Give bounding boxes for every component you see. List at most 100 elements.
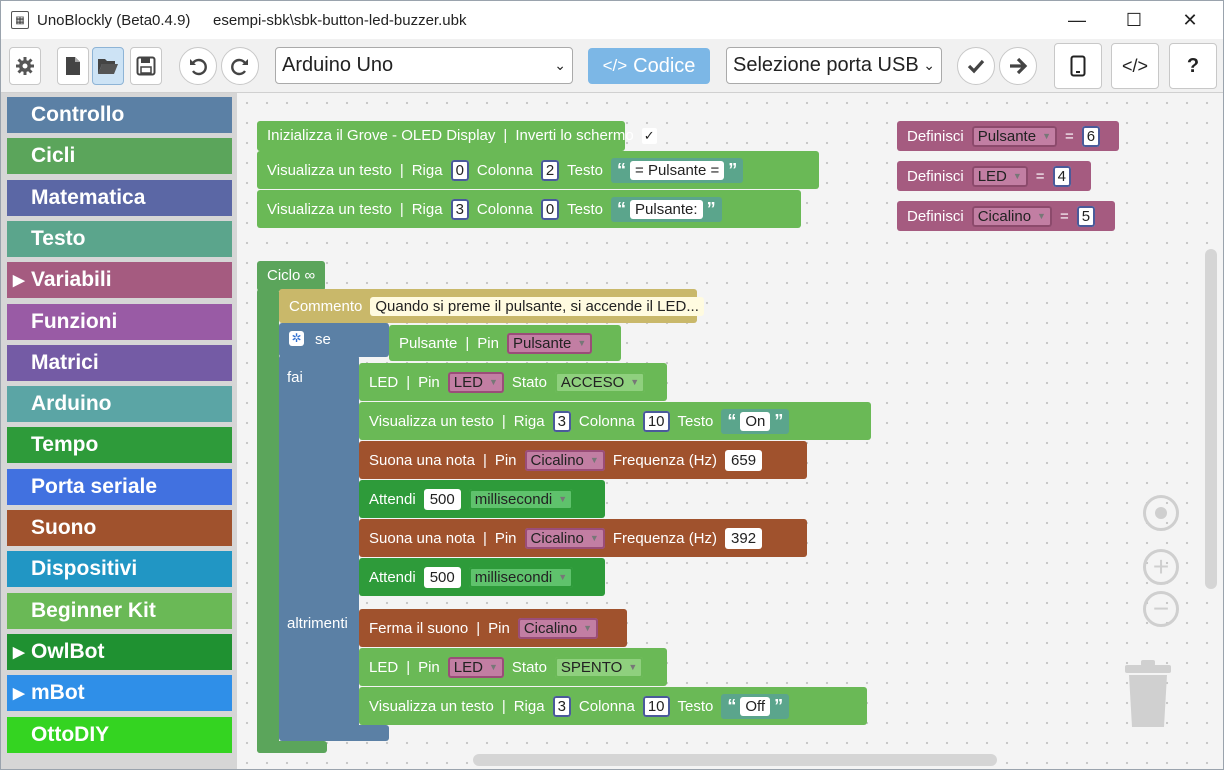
toolbox-category[interactable]: Matematica (7, 179, 232, 216)
column-value[interactable]: 0 (540, 198, 560, 220)
upload-button[interactable] (999, 47, 1037, 85)
stop-sound-block[interactable]: Ferma il suono | Pin Cicalino ▼ (359, 609, 627, 647)
text-string-block[interactable]: “Off” (721, 693, 790, 719)
toolbox-category[interactable]: Controllo (7, 97, 232, 133)
zoom-out-button[interactable]: − (1143, 591, 1179, 627)
button-read-block[interactable]: Pulsante | Pin Pulsante ▼ (389, 325, 621, 361)
redo-button[interactable] (221, 47, 259, 85)
text-string-block[interactable]: “Pulsante:” (611, 196, 722, 222)
toolbox-category[interactable]: ▶ OwlBot (7, 633, 232, 670)
column-value[interactable]: 10 (642, 410, 670, 432)
led-set-block[interactable]: LED | Pin LED ▼ Stato SPENTO ▼ (359, 648, 667, 686)
define-name-dropdown[interactable]: LED ▼ (971, 165, 1028, 187)
define-block[interactable]: Definisci LED ▼ = 4 (897, 161, 1091, 191)
unit-dropdown[interactable]: millisecondi ▼ (468, 566, 574, 588)
play-note-block[interactable]: Suona una nota | Pin Cicalino ▼ Frequenza (Hz… (359, 441, 807, 479)
gear-icon[interactable]: ✲ (289, 331, 304, 346)
pin-dropdown[interactable]: LED ▼ (447, 371, 504, 393)
undo-button[interactable] (179, 47, 217, 85)
verify-button[interactable] (957, 47, 995, 85)
recenter-button[interactable] (1143, 495, 1179, 531)
device-button[interactable] (1054, 43, 1102, 89)
code-button[interactable]: </> Codice (588, 48, 710, 84)
source-code-button[interactable]: </> (1111, 43, 1159, 89)
loop-block[interactable]: Ciclo ∞ (257, 261, 325, 291)
row-value[interactable]: 0 (450, 159, 469, 181)
open-folder-button[interactable] (92, 47, 124, 85)
toolbox-category[interactable]: Beginner Kit (7, 592, 232, 629)
column-value[interactable]: 10 (642, 695, 670, 717)
minimize-button[interactable]: — (1051, 1, 1103, 39)
display-text-block[interactable]: Visualizza un testo | Riga 3 Colonna 10 Testo “… (359, 402, 871, 440)
wait-block[interactable]: Attendi 500 millisecondi ▼ (359, 558, 605, 596)
text-value[interactable]: = Pulsante = (630, 160, 725, 180)
if-block[interactable]: ✲ se (279, 323, 389, 357)
text-value[interactable]: Pulsante: (630, 199, 703, 219)
close-button[interactable]: ✕ (1164, 1, 1216, 39)
help-button[interactable]: ? (1169, 43, 1217, 89)
pin-dropdown[interactable]: Cicalino ▼ (524, 527, 605, 549)
column-value[interactable]: 2 (540, 159, 560, 181)
settings-button[interactable] (9, 47, 41, 85)
board-select[interactable]: Arduino Uno ⌄ (275, 47, 573, 84)
zoom-in-button[interactable]: + (1143, 549, 1179, 585)
toolbox-category[interactable]: Cicli (7, 138, 232, 175)
pin-dropdown[interactable]: LED ▼ (447, 656, 504, 678)
toolbox-category[interactable]: Dispositivi (7, 551, 232, 588)
delay-value[interactable]: 500 (423, 566, 461, 588)
define-value[interactable]: 6 (1081, 125, 1101, 147)
comment-text[interactable]: Quando si preme il pulsante, si accende … (370, 296, 704, 316)
oled-init-block[interactable]: Inizializza il Grove - OLED Display | In… (257, 121, 657, 151)
toolbox-category[interactable]: Arduino (7, 386, 232, 423)
led-set-block[interactable]: LED | Pin LED ▼ Stato ACCESO ▼ (359, 363, 667, 401)
display-text-block[interactable]: Visualizza un testo | Riga 3 Colonna 10 Testo “… (359, 687, 867, 725)
text-value[interactable]: Off (740, 696, 771, 716)
play-note-block[interactable]: Suona una nota | Pin Cicalino ▼ Frequenza (Hz… (359, 519, 807, 557)
delay-value[interactable]: 500 (423, 488, 461, 510)
state-dropdown[interactable]: SPENTO ▼ (554, 656, 644, 678)
toolbox-category[interactable]: ▶ mBot (7, 675, 232, 712)
toolbox-category[interactable]: OttoDIY (7, 716, 232, 753)
invert-checkbox[interactable]: ✓ (641, 127, 657, 144)
dropdown-arrow-icon: ▼ (1042, 131, 1051, 141)
pin-dropdown[interactable]: Cicalino ▼ (517, 617, 599, 639)
workspace[interactable]: Inizializza il Grove - OLED Display | In… (237, 93, 1223, 769)
pin-dropdown[interactable]: Pulsante ▼ (506, 332, 593, 354)
frequency-value[interactable]: 659 (725, 449, 763, 471)
maximize-button[interactable]: ☐ (1108, 1, 1160, 39)
toolbox-category[interactable]: Suono (7, 510, 232, 546)
display-text-block[interactable]: Visualizza un testo | Riga 0 Colonna 2 Te… (257, 151, 819, 189)
pin-dropdown[interactable]: Cicalino ▼ (524, 449, 605, 471)
unit-dropdown[interactable]: millisecondi ▼ (468, 488, 574, 510)
horizontal-scrollbar[interactable] (473, 754, 997, 766)
toolbox-category[interactable]: Funzioni (7, 303, 232, 340)
toolbox-category[interactable]: ▶ Variabili (7, 262, 232, 299)
row-value[interactable]: 3 (552, 410, 571, 432)
row-value[interactable]: 3 (552, 695, 571, 717)
vertical-scrollbar[interactable] (1205, 249, 1217, 589)
port-select[interactable]: Selezione porta USB ⌄ (726, 47, 942, 84)
define-name-dropdown[interactable]: Pulsante ▼ (971, 125, 1057, 147)
display-text-block[interactable]: Visualizza un testo | Riga 3 Colonna 0 Te… (257, 190, 801, 228)
toolbox-category[interactable]: Porta seriale (7, 468, 232, 505)
toolbox-category[interactable]: Testo (7, 220, 232, 257)
new-file-button[interactable] (57, 47, 89, 85)
wait-block[interactable]: Attendi 500 millisecondi ▼ (359, 480, 605, 518)
comment-block[interactable]: Commento Quando si preme il pulsante, si… (279, 289, 704, 323)
define-value[interactable]: 5 (1076, 205, 1096, 227)
save-button[interactable] (130, 47, 162, 85)
define-value[interactable]: 4 (1052, 165, 1071, 187)
state-label: Stato (511, 658, 547, 676)
text-string-block[interactable]: “On” (721, 408, 790, 434)
define-name-dropdown[interactable]: Cicalino ▼ (971, 205, 1052, 227)
text-string-block[interactable]: “= Pulsante =” (611, 157, 744, 183)
state-dropdown[interactable]: ACCESO ▼ (554, 371, 646, 393)
define-block[interactable]: Definisci Cicalino ▼ = 5 (897, 201, 1115, 231)
text-value[interactable]: On (740, 411, 771, 431)
toolbox-category[interactable]: Tempo (7, 427, 232, 464)
frequency-value[interactable]: 392 (725, 527, 763, 549)
trash-icon[interactable] (1123, 659, 1175, 729)
define-block[interactable]: Definisci Pulsante ▼ = 6 (897, 121, 1119, 151)
row-value[interactable]: 3 (450, 198, 469, 220)
toolbox-category[interactable]: Matrici (7, 344, 232, 381)
